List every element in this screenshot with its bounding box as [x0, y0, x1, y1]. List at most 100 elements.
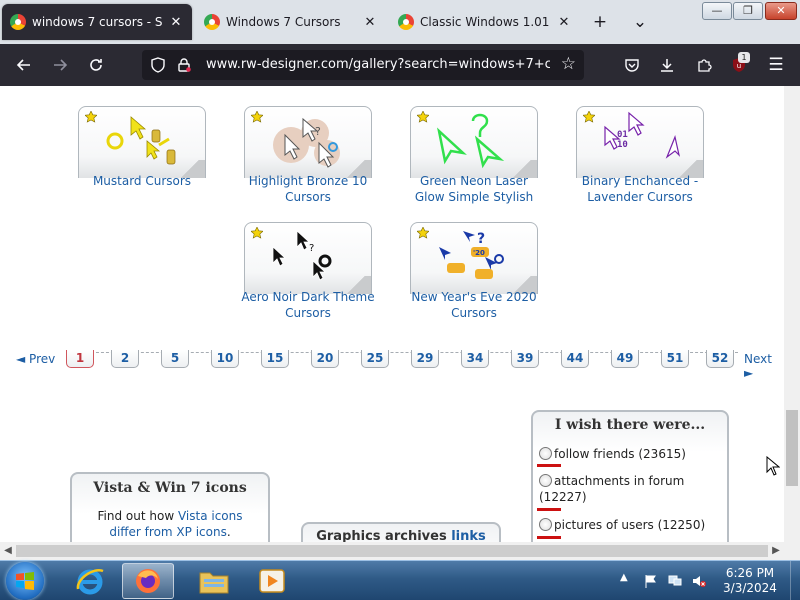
pocket-icon	[625, 59, 639, 72]
tab-search[interactable]: windows 7 cursors - Search ✕	[2, 4, 192, 40]
archives-links-link[interactable]: links	[451, 529, 486, 542]
radio-button[interactable]	[539, 474, 552, 487]
bookmark-star-icon[interactable]: ☆	[561, 54, 576, 74]
gallery-item-title[interactable]: Mustard Cursors	[74, 173, 210, 189]
favorite-star-icon[interactable]	[251, 227, 263, 239]
page-link-39[interactable]: 39	[511, 350, 539, 368]
scroll-left-arrow-icon[interactable]: ◀	[0, 543, 16, 559]
page-link-29[interactable]: 29	[411, 350, 439, 368]
gallery-item-new-years-eve[interactable]: ? '20 New Year's Eve 2020 Cursors	[410, 222, 556, 322]
poll-option-follow-friends[interactable]: follow friends (23615)	[539, 446, 725, 462]
gallery-item-binary-enchanced[interactable]: 01 10 Binary Enchanced - Lavender Cursor…	[576, 106, 722, 206]
clock-time: 6:26 PM	[725, 566, 775, 580]
gallery-item-title[interactable]: Highlight Bronze 10 Cursors	[240, 173, 376, 205]
cursor-preview-icon	[106, 116, 176, 165]
media-player-icon	[259, 569, 285, 593]
thumbnail-card[interactable]: ?	[244, 222, 372, 294]
restore-button[interactable]: ❐	[733, 2, 763, 20]
taskbar-media-player[interactable]	[246, 563, 298, 599]
close-tab-icon[interactable]: ✕	[556, 15, 572, 30]
url-text[interactable]: www.rw-designer.com/gallery?search=windo…	[206, 57, 550, 72]
taskbar-file-explorer[interactable]	[188, 563, 240, 599]
minimize-button[interactable]: —	[702, 2, 732, 20]
page-link-52[interactable]: 52	[706, 350, 734, 368]
tab-windows-7-cursors[interactable]: Windows 7 Cursors ✕	[196, 4, 386, 40]
tab-list-button[interactable]: ⌄	[628, 10, 652, 34]
favorite-star-icon[interactable]	[85, 111, 97, 123]
poll-option-label: follow friends (23615)	[554, 447, 686, 461]
page-link-1[interactable]: 1	[66, 350, 94, 368]
gallery-item-mustard-cursors[interactable]: Mustard Cursors	[78, 106, 224, 206]
taskbar-firefox[interactable]	[122, 563, 174, 599]
network-icon[interactable]	[668, 574, 682, 588]
close-window-button[interactable]: ✕	[765, 2, 797, 20]
svg-text:01: 01	[617, 130, 628, 140]
favorite-star-icon[interactable]	[417, 111, 429, 123]
start-button[interactable]	[6, 562, 44, 600]
tray-expand-icon[interactable]: ▲	[620, 572, 634, 586]
favorite-star-icon[interactable]	[583, 111, 595, 123]
forward-button[interactable]	[48, 53, 72, 77]
extensions-button[interactable]	[692, 53, 716, 77]
gallery-item-title[interactable]: Binary Enchanced - Lavender Cursors	[572, 173, 708, 205]
page-link-51[interactable]: 51	[661, 350, 689, 368]
gallery-item-aero-noir[interactable]: ? Aero Noir Dark Theme Cursors	[241, 222, 390, 322]
downloads-button[interactable]	[655, 53, 679, 77]
reload-button[interactable]	[84, 53, 108, 77]
favorite-star-icon[interactable]	[417, 227, 429, 239]
pocket-button[interactable]	[620, 53, 644, 77]
favorite-star-icon[interactable]	[251, 111, 263, 123]
show-desktop-button[interactable]	[790, 561, 800, 600]
thumbnail-card[interactable]: 01 10	[576, 106, 704, 178]
page-link-10[interactable]: 10	[211, 350, 239, 368]
page-link-5[interactable]: 5	[161, 350, 189, 368]
gallery-item-title[interactable]: New Year's Eve 2020 Cursors	[406, 289, 542, 321]
svg-text:?: ?	[309, 243, 314, 254]
reload-icon	[90, 59, 102, 71]
gallery-item-green-neon-laser[interactable]: Green Neon Laser Glow Simple Stylish	[410, 106, 556, 206]
navigation-toolbar: www.rw-designer.com/gallery?search=windo…	[0, 44, 800, 86]
close-tab-icon[interactable]: ✕	[362, 15, 378, 30]
url-bar[interactable]: www.rw-designer.com/gallery?search=windo…	[142, 50, 584, 80]
thumbnail-card[interactable]: ? '20	[410, 222, 538, 294]
app-menu-button[interactable]: ☰	[764, 53, 788, 77]
back-button[interactable]	[12, 53, 36, 77]
gallery-item-title[interactable]: Aero Noir Dark Theme Cursors	[240, 289, 376, 321]
thumbnail-card[interactable]	[410, 106, 538, 178]
horizontal-scroll-thumb[interactable]	[16, 545, 768, 557]
tab-title: windows 7 cursors - Search	[32, 15, 162, 29]
page-link-2[interactable]: 2	[111, 350, 139, 368]
cursor-preview-icon: ?	[272, 230, 332, 281]
archives-box-title: Graphics archives links	[303, 529, 499, 542]
tab-classic-windows[interactable]: Classic Windows 1.01 Colors ✕	[390, 4, 580, 40]
vertical-scrollbar[interactable]	[784, 86, 800, 542]
scroll-right-arrow-icon[interactable]: ▶	[768, 543, 784, 559]
radio-button[interactable]	[539, 518, 552, 531]
action-center-flag-icon[interactable]	[644, 574, 658, 588]
page-link-15[interactable]: 15	[261, 350, 289, 368]
page-link-44[interactable]: 44	[561, 350, 589, 368]
tracking-shield-icon[interactable]	[150, 57, 166, 73]
close-tab-icon[interactable]: ✕	[168, 15, 184, 30]
site-favicon-icon	[398, 14, 414, 30]
vertical-scroll-thumb[interactable]	[786, 410, 798, 486]
page-link-34[interactable]: 34	[461, 350, 489, 368]
poll-option-pictures-of-users[interactable]: pictures of users (12250)	[539, 517, 725, 533]
taskbar-clock[interactable]: 6:26 PM 3/3/2024	[718, 566, 782, 596]
next-page-link[interactable]: Next ►	[744, 352, 784, 380]
gallery-item-highlight-bronze[interactable]: ? Highlight Bronze 10 Cursors	[244, 106, 390, 206]
thumbnail-card[interactable]: ?	[244, 106, 372, 178]
lock-icon[interactable]	[176, 57, 192, 73]
thumbnail-card[interactable]	[78, 106, 206, 178]
radio-button[interactable]	[539, 447, 552, 460]
gallery-item-title[interactable]: Green Neon Laser Glow Simple Stylish	[406, 173, 542, 205]
page-link-20[interactable]: 20	[311, 350, 339, 368]
new-tab-button[interactable]: +	[588, 10, 612, 34]
volume-muted-icon[interactable]	[692, 574, 706, 588]
horizontal-scrollbar[interactable]: ◀ ▶	[0, 542, 800, 560]
page-link-49[interactable]: 49	[611, 350, 639, 368]
taskbar-internet-explorer[interactable]	[64, 563, 116, 599]
poll-option-attachments[interactable]: attachments in forum (12227)	[539, 473, 699, 505]
prev-page-link[interactable]: ◄ Prev	[16, 352, 55, 366]
page-link-25[interactable]: 25	[361, 350, 389, 368]
